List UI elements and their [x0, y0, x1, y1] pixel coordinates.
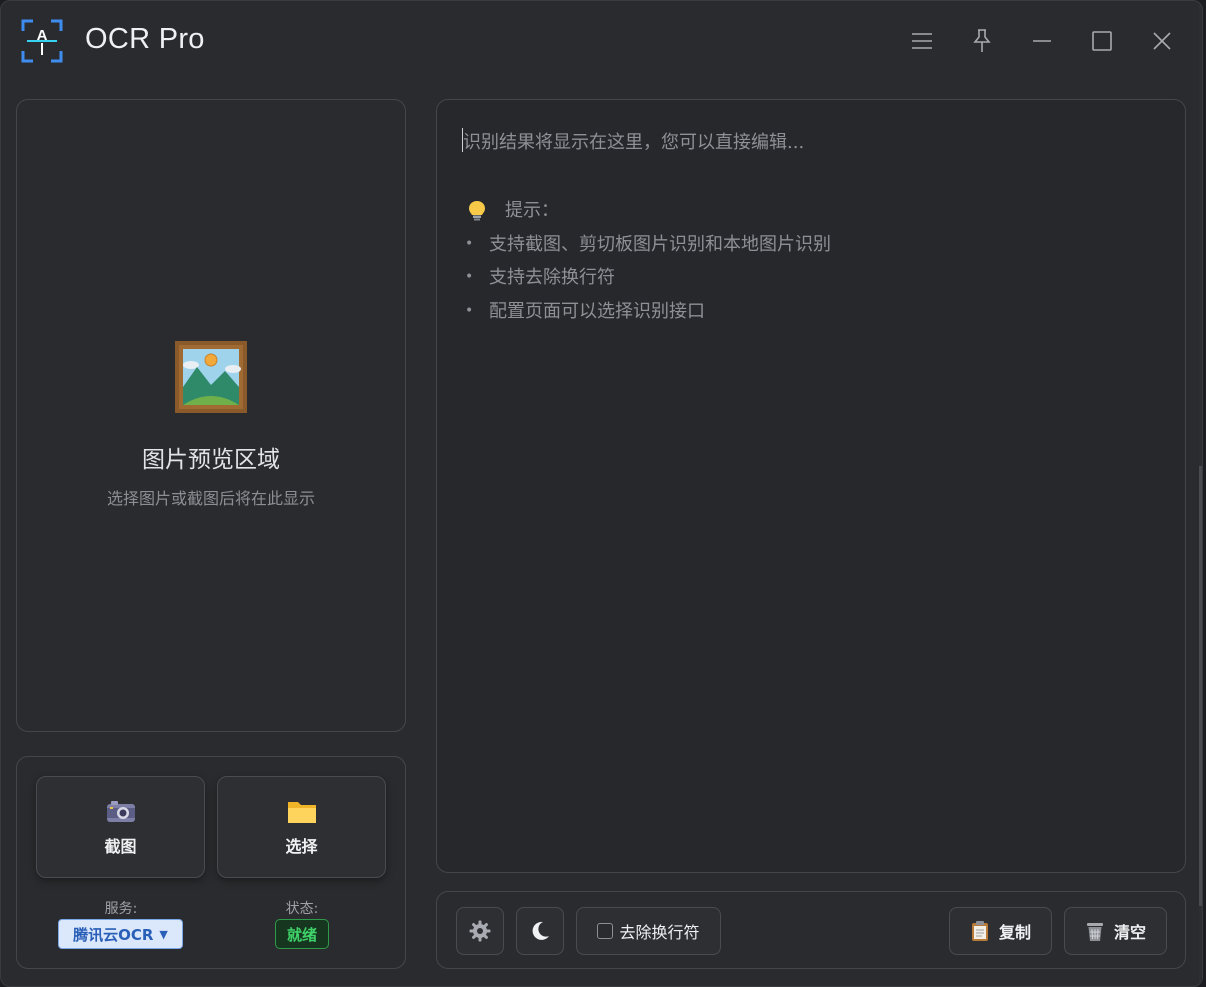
- remove-newlines-toggle[interactable]: 去除换行符: [576, 907, 721, 955]
- lightbulb-icon: [469, 200, 485, 221]
- clipboard-icon: [971, 921, 988, 941]
- service-select[interactable]: 腾讯云OCR ▼: [58, 919, 183, 949]
- menu-icon: [912, 33, 932, 49]
- tip-item: • 支持截图、剪切板图片识别和本地图片识别: [463, 228, 831, 262]
- result-placeholder: 识别结果将显示在这里，您可以直接编辑...: [463, 132, 805, 153]
- screenshot-button[interactable]: 截图: [36, 776, 205, 878]
- preview-subtitle: 选择图片或截图后将在此显示: [106, 489, 315, 508]
- service-label: 服务:: [104, 901, 138, 917]
- status-label: 状态:: [285, 901, 319, 917]
- settings-button[interactable]: [456, 907, 504, 955]
- title-bar: A OCR Pro: [1, 1, 1202, 83]
- clear-label: 清空: [1113, 923, 1146, 942]
- remove-newlines-label: 去除换行符: [619, 923, 700, 942]
- window-scrollbar[interactable]: [1199, 1, 1202, 986]
- copy-button[interactable]: 复制: [949, 907, 1052, 955]
- tips-heading: 提示：: [505, 200, 559, 221]
- svg-text:A: A: [37, 27, 48, 44]
- app-window: A OCR Pro 图片预览区域 选择图片或截图后将在此显示 截图 选择 服务:…: [0, 0, 1203, 987]
- copy-label: 复制: [998, 923, 1031, 942]
- maximize-button[interactable]: [1084, 23, 1120, 59]
- minimize-button[interactable]: [1024, 23, 1060, 59]
- service-value: 腾讯云OCR: [73, 925, 154, 944]
- image-preview-area[interactable]: 图片预览区域 选择图片或截图后将在此显示: [16, 99, 406, 732]
- dropdown-arrow-icon: ▼: [159, 927, 168, 941]
- remove-newlines-checkbox[interactable]: [597, 923, 614, 939]
- controls-panel: 截图 选择 服务: 腾讯云OCR ▼ 状态: 就绪: [16, 756, 406, 969]
- app-title: OCR Pro: [85, 23, 205, 55]
- camera-icon: [106, 801, 135, 822]
- preview-title: 图片预览区域: [142, 447, 280, 473]
- status-badge: 就绪: [275, 919, 329, 949]
- app-logo-icon: A: [21, 19, 63, 63]
- result-textarea[interactable]: 识别结果将显示在这里，您可以直接编辑... 提示： • 支持截图、剪切板图片识别和…: [436, 99, 1186, 873]
- select-file-button[interactable]: 选择: [217, 776, 386, 878]
- tips-block: 提示： • 支持截图、剪切板图片识别和本地图片识别 • 支持去除换行符 • 配置页面可…: [463, 194, 831, 328]
- menu-button[interactable]: [904, 23, 940, 59]
- screenshot-label: 截图: [104, 837, 137, 856]
- tip-text: 支持去除换行符: [489, 267, 615, 288]
- picture-frame-icon: [175, 341, 247, 413]
- moon-icon: [532, 921, 549, 940]
- theme-toggle-button[interactable]: [516, 907, 564, 955]
- tip-text: 配置页面可以选择识别接口: [489, 300, 705, 322]
- close-button[interactable]: [1144, 23, 1180, 59]
- tips-heading-row: 提示：: [463, 194, 831, 228]
- gear-icon: [469, 920, 491, 942]
- bottom-toolbar: 去除换行符 复制 清空: [436, 891, 1186, 969]
- select-label: 选择: [285, 837, 318, 856]
- trash-icon: [1086, 923, 1103, 941]
- tip-item: • 配置页面可以选择识别接口: [463, 295, 831, 329]
- pin-icon: [973, 29, 991, 52]
- maximize-icon: [1092, 31, 1112, 51]
- close-icon: [1153, 32, 1171, 50]
- tip-text: 支持截图、剪切板图片识别和本地图片识别: [489, 233, 831, 255]
- scrollbar-thumb[interactable]: [1199, 466, 1202, 906]
- pin-button[interactable]: [964, 23, 1000, 59]
- clear-button[interactable]: 清空: [1064, 907, 1167, 955]
- minimize-icon: [1033, 40, 1051, 42]
- tip-item: • 支持去除换行符: [463, 261, 831, 295]
- folder-icon: [287, 802, 316, 823]
